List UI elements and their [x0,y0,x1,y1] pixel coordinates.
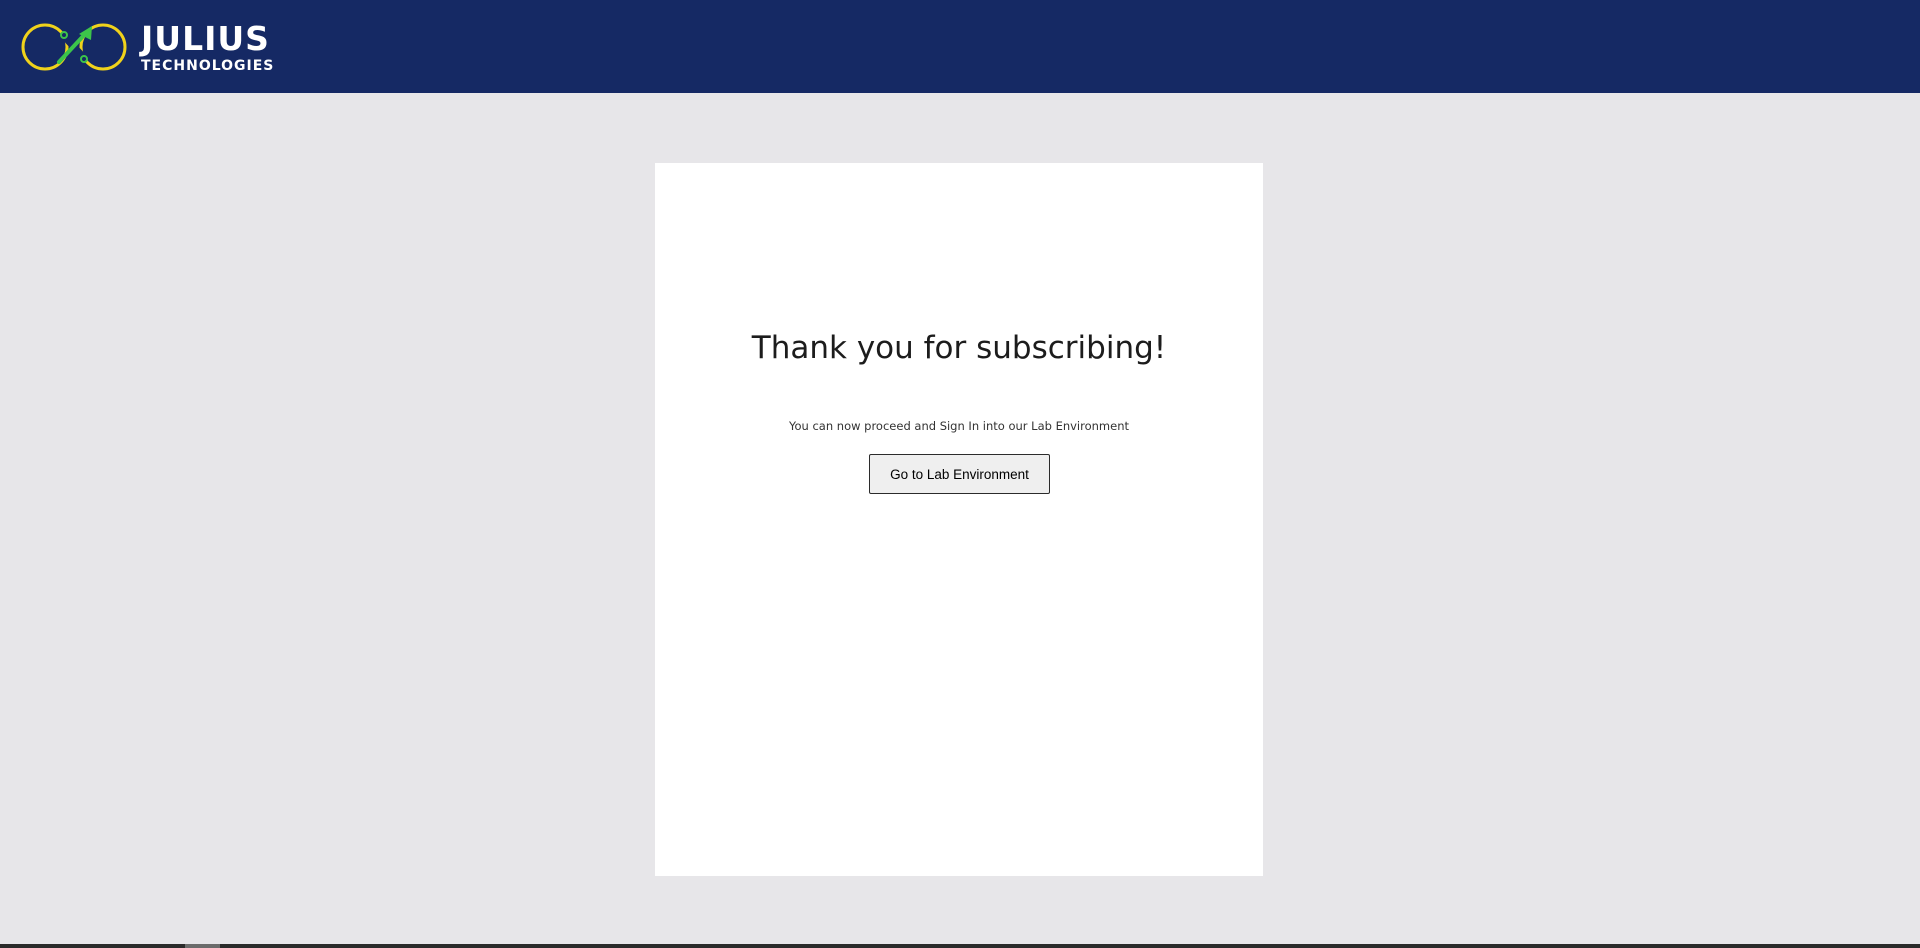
confirmation-message: You can now proceed and Sign In into our… [788,419,1129,433]
brand-logo[interactable]: JULIUS TECHNOLOGIES [17,17,274,77]
bottom-edge-bar [0,944,1920,948]
brand-subtitle: TECHNOLOGIES [141,57,275,74]
brand-name: JULIUS [141,18,270,58]
confirmation-card: Thank you for subscribing! You can now p… [655,163,1263,876]
brand-text: JULIUS TECHNOLOGIES [141,22,274,73]
top-header: JULIUS TECHNOLOGIES [0,0,1920,93]
infinity-growth-arrow-icon [21,23,127,71]
page-title: Thank you for subscribing! [751,330,1167,366]
go-to-lab-button[interactable]: Go to Lab Environment [869,454,1050,494]
bottom-edge-tab [185,944,220,948]
